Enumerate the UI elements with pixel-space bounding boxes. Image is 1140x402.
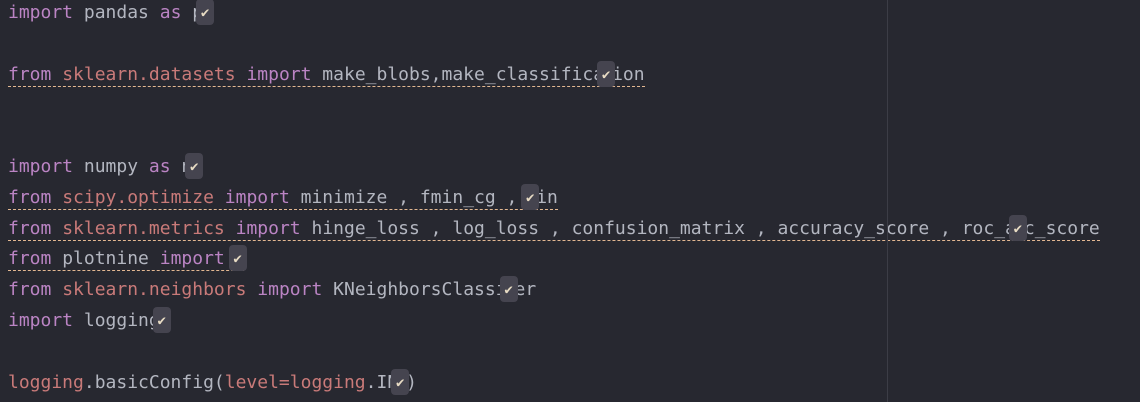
keyword-token: import [246, 63, 312, 85]
check-icon[interactable]: ✔ [391, 368, 410, 395]
keyword-token: from [8, 186, 52, 208]
code-line[interactable]: logging.basicConfig(level=logging.IN✔) [8, 368, 1100, 399]
code-line[interactable] [8, 337, 1100, 368]
keyword-token: as [159, 2, 182, 23]
code-token: logging [73, 309, 160, 331]
code-token: hinge_loss , log_loss , confusion_matrix… [300, 217, 1016, 239]
code-token: .basicConfig( [83, 371, 225, 393]
check-icon[interactable]: ✔ [185, 152, 204, 179]
vertical-ruler-guide [887, 0, 888, 402]
code-line[interactable]: from sklearn.neighbors import KNeighbors… [8, 275, 1100, 306]
code-line-content: import logging✔ [8, 306, 171, 333]
code-token: pandas [73, 2, 160, 23]
module-token: sklearn.neighbors [62, 279, 247, 301]
keyword-token: from [8, 63, 52, 85]
code-token: KNeighborsClassi [322, 279, 507, 301]
code-line-content: import numpy as n✔ [8, 152, 204, 179]
keyword-token: import [235, 217, 301, 239]
code-line[interactable]: from plotnine import ✔ [8, 244, 1100, 275]
code-line[interactable]: import pandas as p✔ [8, 0, 1100, 29]
check-icon[interactable]: ✔ [152, 306, 171, 333]
code-token: minimize , fmin_cg , [289, 186, 529, 208]
check-icon[interactable]: ✔ [196, 0, 215, 25]
code-line-content: import pandas as p✔ [8, 0, 215, 25]
warning-underline: from scipy.optimize import minimize , fm… [8, 183, 558, 210]
check-icon[interactable]: ✔ [597, 60, 616, 87]
code-line[interactable]: from sklearn.metrics import hinge_loss ,… [8, 214, 1100, 245]
code-token: in [536, 186, 558, 208]
code-line[interactable] [8, 121, 1100, 152]
code-token: plotnine [51, 248, 160, 270]
code-line[interactable]: import logging✔ [8, 306, 1100, 337]
keyword-token: import [224, 186, 290, 208]
module-token: sklearn.datasets [62, 63, 236, 85]
keyword-token: import [8, 155, 74, 177]
keyword-token: from [8, 279, 52, 301]
warning-underline: from sklearn.metrics import hinge_loss ,… [8, 214, 1100, 241]
check-icon[interactable]: ✔ [228, 245, 247, 272]
code-token: c_score [1023, 217, 1100, 239]
keyword-token: import [257, 279, 323, 301]
check-icon[interactable]: ✔ [1008, 214, 1027, 241]
keyword-token: import [8, 2, 74, 23]
keyword-token: import [159, 248, 225, 270]
code-token: ion [612, 63, 645, 85]
keyword-token: import [8, 309, 74, 331]
keyword-token: from [8, 217, 52, 239]
code-line[interactable]: import numpy as n✔ [8, 152, 1100, 183]
warning-underline: from sklearn.datasets import make_blobs,… [8, 60, 645, 87]
warning-underline: from plotnine import ✔ [8, 245, 247, 272]
code-token: er [514, 279, 537, 301]
check-icon[interactable]: ✔ [521, 183, 540, 210]
code-editor[interactable]: import pandas as p✔ from sklearn.datasets… [8, 0, 1100, 398]
check-icon[interactable]: ✔ [499, 276, 518, 303]
code-line[interactable] [8, 29, 1100, 60]
code-line[interactable]: from sklearn.datasets import make_blobs,… [8, 60, 1100, 91]
keyword-token: as [148, 155, 171, 177]
module-token: scipy.optimize [62, 186, 214, 208]
module-token: logging [8, 371, 84, 393]
code-line-content: from sklearn.neighbors import KNeighbors… [8, 276, 537, 303]
code-token: numpy [73, 155, 149, 177]
module-token: sklearn.metrics [62, 217, 225, 239]
keyword-token: from [8, 248, 52, 270]
module-token: level=logging [224, 371, 366, 393]
code-line[interactable] [8, 90, 1100, 121]
code-line-content: logging.basicConfig(level=logging.IN✔) [8, 368, 417, 395]
code-token: make_blobs,make_classifica [311, 63, 605, 85]
code-line[interactable]: from scipy.optimize import minimize , fm… [8, 183, 1100, 214]
